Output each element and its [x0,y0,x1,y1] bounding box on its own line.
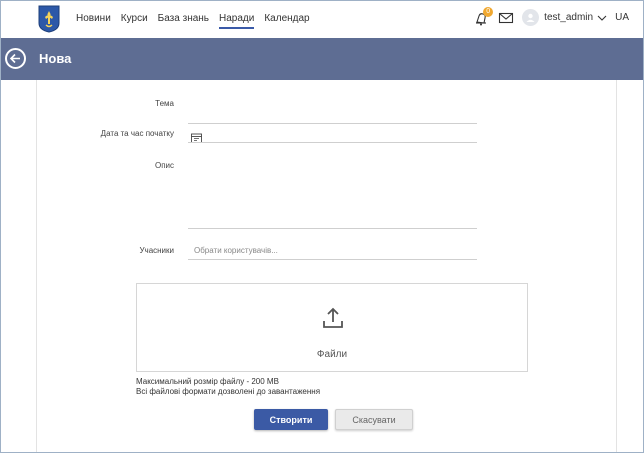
cancel-button[interactable]: Скасувати [335,409,413,430]
participants-label: Учасники [139,246,174,255]
back-button[interactable] [5,48,26,69]
messages-button[interactable] [498,10,514,26]
header-tools: 0 test_admin UA [474,6,629,26]
arrow-left-icon [9,53,20,64]
main-nav: Новини Курси База знань Наради Календар [76,13,310,29]
participants-placeholder[interactable]: Обрати користувачів... [194,246,278,255]
nav-item-knowledge-base[interactable]: База знань [158,13,209,29]
mail-icon [499,12,514,23]
user-name[interactable]: test_admin [544,12,593,23]
language-switcher[interactable]: UA [615,12,629,23]
app-window: Новини Курси База знань Наради Календар … [0,0,644,453]
max-file-size-note: Максимальний розмір файлу - 200 MB [136,377,279,386]
description-textarea[interactable] [188,228,477,229]
topic-label: Тема [155,99,174,108]
start-datetime-label: Дата та час початку [100,129,174,138]
calendar-button[interactable] [191,130,202,143]
page-title: Нова [39,51,72,66]
notifications-button[interactable]: 0 [474,6,494,26]
top-navigation-bar: Новини Курси База знань Наради Календар … [1,1,643,38]
chevron-down-icon [597,15,607,21]
participants-input[interactable] [188,259,477,260]
allowed-formats-note: Всі файлові формати дозволені до заванта… [136,387,321,396]
file-dropzone[interactable]: Файли [136,283,528,372]
topic-input[interactable] [188,110,477,124]
description-label: Опис [154,161,174,170]
notification-badge: 0 [483,6,494,17]
kyiv-coat-of-arms-logo[interactable] [38,5,60,33]
nav-item-courses[interactable]: Курси [121,13,148,29]
nav-item-news[interactable]: Новини [76,13,111,29]
upload-icon [322,306,344,330]
user-menu-toggle[interactable] [597,13,607,23]
user-icon [526,13,535,22]
nav-item-calendar[interactable]: Календар [264,13,309,29]
start-datetime-input[interactable] [188,142,477,143]
nav-item-meetings[interactable]: Наради [219,13,255,29]
create-button[interactable]: Створити [254,409,328,430]
files-label: Файли [316,349,348,360]
meeting-form: Тема Дата та час початку Опис Учасники О… [36,80,617,452]
page-header: Нова [1,38,643,80]
avatar[interactable] [522,9,540,26]
